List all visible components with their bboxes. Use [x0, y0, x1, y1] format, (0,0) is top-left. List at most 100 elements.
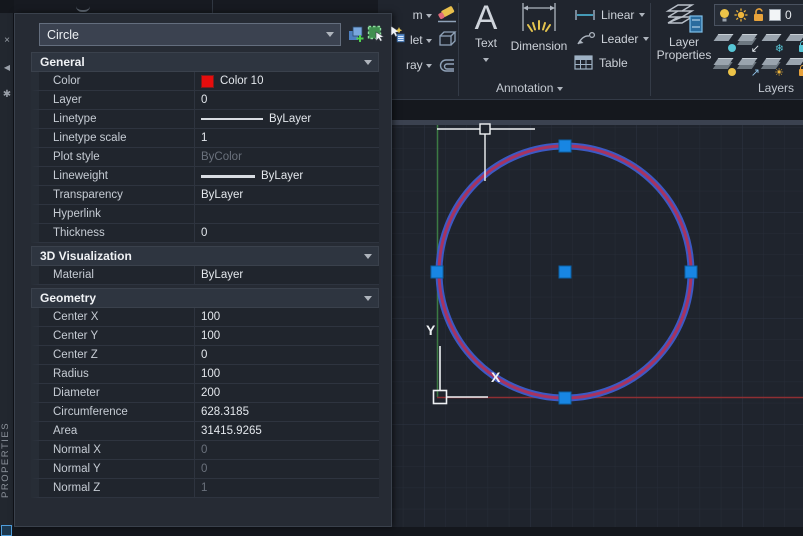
layer-stack-icon	[714, 58, 734, 65]
text-label: Text	[464, 36, 508, 50]
property-row-circumference: Circumference 628.3185	[31, 403, 379, 422]
layer-properties-label: Layer Properties	[656, 36, 712, 62]
leader-label: Leader	[601, 32, 638, 46]
layer-unisolate-button[interactable]: ↗	[738, 55, 760, 77]
property-row-diameter: Diameter 200	[31, 384, 379, 403]
property-row-plot-style: Plot style ByColor	[31, 148, 379, 167]
ribbon: m let ray	[378, 0, 803, 100]
property-row-color: Color Color 10	[31, 72, 379, 91]
dimension-icon	[515, 1, 563, 39]
layer-isolate-button[interactable]: ↙	[738, 31, 760, 53]
properties-palette: Circle General Color	[14, 13, 392, 527]
lineweight-value[interactable]: ByLayer	[195, 167, 379, 185]
text-button[interactable]: A Text	[464, 0, 508, 66]
drawing-canvas[interactable]: Y X	[378, 100, 803, 527]
linear-dimension-button[interactable]: Linear	[574, 5, 645, 25]
linear-dimension-icon	[574, 8, 596, 22]
viewport-gap	[378, 100, 803, 120]
bulb-on-icon	[728, 68, 736, 76]
table-button[interactable]: Table	[574, 53, 628, 73]
property-row-transparency: Transparency ByLayer	[31, 186, 379, 205]
circumference-value[interactable]: 628.3185	[195, 403, 379, 421]
fillet-label: let	[410, 33, 423, 47]
eraser-icon	[436, 6, 458, 24]
layer-thaw-button[interactable]: ☀	[762, 55, 784, 77]
layers-panel-label[interactable]: Layers	[758, 81, 794, 95]
grip-south-quadrant[interactable]	[559, 392, 571, 404]
property-row-thickness: Thickness 0	[31, 224, 379, 243]
object-type-value: Circle	[40, 28, 320, 42]
section-header-geometry[interactable]: Geometry	[31, 288, 379, 308]
area-value[interactable]: 31415.9265	[195, 422, 379, 440]
grip-west-quadrant[interactable]	[431, 266, 443, 278]
section-header-general[interactable]: General	[31, 52, 379, 72]
radius-value[interactable]: 100	[195, 365, 379, 383]
color-value[interactable]: Color 10	[195, 72, 379, 90]
hyperlink-value[interactable]	[195, 205, 379, 223]
layer-on-button[interactable]	[714, 55, 736, 77]
material-value[interactable]: ByLayer	[195, 266, 379, 284]
close-icon[interactable]: ×	[0, 35, 14, 46]
chevron-down-icon	[643, 37, 649, 41]
layer-sheet-icon	[714, 34, 734, 41]
panel-separator	[650, 3, 651, 96]
property-row-linetype: Linetype ByLayer	[31, 110, 379, 129]
property-row-hyperlink: Hyperlink	[31, 205, 379, 224]
sun-icon: ☀	[774, 68, 784, 79]
grip-north-quadrant[interactable]	[559, 140, 571, 152]
text-tool-icon: A	[464, 0, 508, 36]
chevron-down-icon	[364, 60, 372, 65]
center-x-value[interactable]: 100	[195, 308, 379, 326]
bulb-off-icon	[728, 44, 736, 52]
layer-off-button[interactable]	[714, 31, 736, 53]
settings-icon[interactable]: ✱	[0, 89, 14, 100]
linetype-scale-value[interactable]: 1	[195, 129, 379, 147]
grip-center[interactable]	[559, 266, 571, 278]
auto-hide-icon[interactable]: ◀	[0, 63, 14, 72]
property-row-radius: Radius 100	[31, 365, 379, 384]
panel-separator	[458, 3, 459, 96]
layer-dropdown[interactable]: 0	[714, 4, 803, 26]
layer-freeze-button[interactable]: ❄	[762, 31, 784, 53]
offset-button[interactable]	[436, 56, 458, 74]
quick-select-button[interactable]	[387, 25, 405, 43]
erase-button[interactable]	[436, 6, 458, 24]
linetype-value[interactable]: ByLayer	[195, 110, 379, 128]
property-row-center-y: Center Y 100	[31, 327, 379, 346]
diameter-value[interactable]: 200	[195, 384, 379, 402]
dimension-label: Dimension	[508, 39, 570, 53]
layer-sheet-icon	[762, 34, 782, 41]
table-label: Table	[599, 56, 628, 70]
layer-lock-button[interactable]	[786, 31, 803, 53]
transparency-value[interactable]: ByLayer	[195, 186, 379, 204]
table-icon	[574, 55, 594, 71]
center-y-value[interactable]: 100	[195, 327, 379, 345]
center-z-value[interactable]: 0	[195, 346, 379, 364]
dimension-button[interactable]: Dimension	[508, 0, 570, 53]
annotation-panel-label[interactable]: Annotation	[496, 81, 563, 95]
property-row-normal-z: Normal Z 1	[31, 479, 379, 498]
select-objects-button[interactable]	[367, 25, 385, 43]
layer-properties-button[interactable]: Layer Properties	[656, 2, 712, 62]
linetype-sample-icon	[201, 118, 263, 120]
arrow-up-right-icon: ↗	[751, 68, 760, 79]
offset-icon	[436, 56, 458, 74]
layer-thaw-sun-icon	[734, 8, 748, 22]
toggle-pickadd-button[interactable]	[347, 25, 365, 43]
grip-east-quadrant[interactable]	[685, 266, 697, 278]
unlock-icon	[799, 69, 803, 76]
thickness-value[interactable]: 0	[195, 224, 379, 242]
normal-x-value: 0	[195, 441, 379, 459]
property-row-normal-y: Normal Y 0	[31, 460, 379, 479]
property-row-linetype-scale: Linetype scale 1	[31, 129, 379, 148]
chevron-down-icon	[364, 254, 372, 259]
layer-value[interactable]: 0	[195, 91, 379, 109]
section-header-3d-visualization[interactable]: 3D Visualization	[31, 246, 379, 266]
object-type-dropdown[interactable]: Circle	[39, 23, 341, 46]
chevron-down-icon	[320, 24, 340, 45]
palette-title-bar: × ◀ ✱ PROPERTIES	[0, 13, 14, 527]
explode-button[interactable]	[436, 30, 458, 48]
chevron-down-icon	[364, 296, 372, 301]
leader-button[interactable]: Leader	[574, 29, 649, 49]
layer-unlock-button[interactable]	[786, 55, 803, 77]
